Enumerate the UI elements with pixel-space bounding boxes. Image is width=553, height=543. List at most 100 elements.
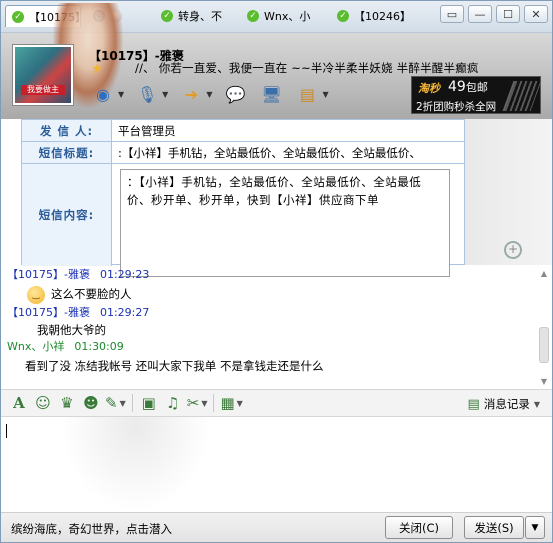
video-call-button[interactable]: ◉ ▼	[87, 79, 127, 109]
contact-toolbar: ◉ ▼ 🎙 ▼ ➔ ▼ 💬 🖥 ▤ ▼	[87, 77, 332, 111]
minimize-button[interactable]: —	[468, 5, 492, 23]
face-sticker-icon: ☻	[83, 394, 99, 412]
doodle-button[interactable]: ✎ ▼	[103, 392, 128, 414]
message-list: 【10175】-雅褒 01:29:23 ‿ 这么不要脸的人 【10175】-雅褒 01…	[7, 267, 527, 377]
chevron-down-icon: ▼	[236, 398, 243, 408]
message-sender[interactable]: Wnx、小祥	[7, 340, 64, 353]
restore-button[interactable]: ▭	[440, 5, 464, 23]
send-image-button[interactable]: ▣	[137, 392, 161, 414]
voice-call-button[interactable]: 🎙 ▼	[131, 79, 171, 109]
message-history-button[interactable]: ▤ 消息记录 ▼	[468, 393, 540, 415]
text-cursor	[6, 424, 7, 438]
sender-value: 平台管理员	[118, 123, 176, 138]
online-status-icon: ✓	[12, 10, 24, 23]
message-time: 01:29:23	[99, 268, 150, 281]
music-icon: ♫	[166, 394, 180, 412]
message-input[interactable]	[1, 417, 552, 512]
message-text: 看到了没 冻结我帐号 还叫大家下我单 不是拿钱走还是什么	[25, 359, 324, 373]
message-text: 这么不要脸的人	[51, 287, 132, 301]
webcam-icon: ◉	[96, 84, 110, 104]
emoji-button[interactable]: ☺	[31, 392, 55, 414]
sender-label: 发 信 人:	[22, 120, 112, 141]
system-sms-card: 发 信 人: 平台管理员 短信标题: :【小祥】手机钻，全站最低价、全站最低价、…	[21, 119, 465, 277]
chevron-down-icon: ▼	[119, 398, 126, 408]
chevron-down-icon: ▼	[201, 398, 208, 408]
monitor-icon: 🖥	[261, 84, 282, 104]
create-group-button[interactable]: 💬	[219, 79, 251, 109]
content-value: ：【小祥】手机钻，全站最低价、全站最低价、全站最低价、秒开单、秒开单，快到【小祥…	[120, 169, 450, 277]
chat-history[interactable]: 发 信 人: 平台管理员 短信标题: :【小祥】手机钻，全站最低价、全站最低价、…	[1, 119, 552, 389]
hat-icon: ♛	[60, 394, 74, 412]
footer-bar: 缤纷海底，奇幻世界，点击潜入 关闭(C) 发送(S) ▼	[1, 512, 552, 542]
history-label: 消息记录	[483, 397, 530, 411]
promo-brand: 淘秒	[418, 82, 440, 95]
chevron-down-icon: ▼	[533, 399, 540, 409]
title-value: :【小祥】手机钻，全站最低价、全站最低价、全站最低价、	[118, 145, 421, 160]
message-body: 我朝他大爷的	[7, 321, 527, 339]
toolbar-divider	[131, 394, 133, 412]
message-header: 【10175】-雅褒 01:29:23	[7, 267, 527, 283]
promo-banner[interactable]: 淘秒 49包邮 2折团购秒杀全网	[411, 76, 542, 114]
message-body: 看到了没 冻结我帐号 还叫大家下我单 不是拿钱走还是什么	[7, 355, 527, 377]
font-icon: A	[13, 394, 25, 412]
avatar-caption: 我要做主	[21, 85, 65, 95]
file-transfer-icon: ➔	[184, 84, 199, 104]
send-file-button[interactable]: ➔ ▼	[175, 79, 215, 109]
footer-promo-link[interactable]: 缤纷海底，奇幻世界，点击潜入	[11, 521, 172, 537]
content-row: 短信内容: ：【小祥】手机钻，全站最低价、全站最低价、全站最低价、秒开单、秒开单…	[22, 164, 464, 277]
promo-price: 49包邮	[448, 79, 488, 95]
toolbar-divider	[213, 394, 215, 412]
scrollbar-thumb[interactable]	[539, 327, 549, 363]
emoji-icon: ☺	[35, 394, 51, 412]
title-label: 短信标题:	[22, 142, 112, 163]
tab-wnx[interactable]: ✓ Wnx、小	[241, 5, 325, 27]
message-header: Wnx、小祥 01:30:09	[7, 339, 527, 355]
message-sender[interactable]: 【10175】-雅褒	[7, 306, 90, 319]
magic-emoji-button[interactable]: ♛	[55, 392, 79, 414]
send-button[interactable]: 发送(S)	[464, 516, 524, 539]
online-status-icon: ✓	[161, 10, 173, 22]
contact-signature: //、 你若一直爱、我便一直在 ~~半冷半柔半妖娆 半醉半醒半癫疯	[135, 61, 479, 75]
chevron-down-icon: ▼	[206, 89, 213, 99]
tab-10246[interactable]: ✓ 【10246】	[331, 5, 411, 27]
chat-window: ✓ 【10175】 ◷ ✓ 转身、不 ✓ Wnx、小 ✓ 【10246】 ▭ —…	[0, 0, 553, 543]
tab-zhuanshen[interactable]: ✓ 转身、不	[155, 5, 233, 27]
music-button[interactable]: ♫	[161, 392, 185, 414]
microphone-icon: 🎙	[137, 84, 158, 104]
contact-header: 我要做主 【10175】-雅褒 ★ //、 你若一直爱、我便一直在 ~~半冷半柔…	[1, 3, 552, 119]
chevron-down-icon: ▼	[162, 89, 169, 99]
screenshot-button[interactable]: ✂ ▼	[185, 392, 210, 414]
online-status-icon: ✓	[337, 10, 349, 22]
calendar-icon: ▦	[220, 394, 235, 412]
scroll-down-icon[interactable]: ▼	[538, 377, 550, 387]
more-tools-button[interactable]: ▦ ▼	[218, 392, 244, 414]
title-row: 短信标题: :【小祥】手机钻，全站最低价、全站最低价、全站最低价、	[22, 142, 464, 164]
message-sender[interactable]: 【10175】-雅褒	[7, 268, 90, 281]
face-sticker-button[interactable]: ☻	[79, 392, 103, 414]
promo-price-value: 49	[448, 79, 466, 95]
avatar[interactable]: 我要做主	[13, 45, 73, 105]
star-icon: ★	[91, 61, 104, 77]
chat-scrollbar[interactable]: ▲ ▼	[538, 269, 550, 387]
remote-assist-button[interactable]: 🖥	[255, 79, 287, 109]
scroll-up-icon[interactable]: ▲	[538, 269, 550, 279]
maximize-button[interactable]: ☐	[496, 5, 520, 23]
promo-tagline: 2折团购秒杀全网	[416, 101, 497, 113]
chevron-down-icon: ▼	[322, 89, 329, 99]
skin-background-decoration	[61, 417, 211, 512]
font-button[interactable]: A	[7, 392, 31, 414]
message-header: 【10175】-雅褒 01:29:27	[7, 305, 527, 321]
online-status-icon: ✓	[247, 10, 259, 22]
tab-label: Wnx、小	[264, 10, 311, 23]
chat-add-icon: 💬	[225, 84, 246, 104]
content-label: 短信内容:	[22, 164, 112, 266]
apps-button[interactable]: ▤ ▼	[291, 79, 331, 109]
close-button[interactable]: 关闭(C)	[385, 516, 453, 539]
tab-label: 转身、不	[178, 10, 222, 23]
message-time: 01:29:27	[99, 306, 150, 319]
zoom-in-icon[interactable]: +	[504, 241, 522, 259]
send-options-button[interactable]: ▼	[525, 516, 545, 539]
close-window-button[interactable]: ✕	[524, 5, 548, 23]
sender-row: 发 信 人: 平台管理员	[22, 120, 464, 142]
emoji-face-icon: ‿	[27, 285, 45, 304]
